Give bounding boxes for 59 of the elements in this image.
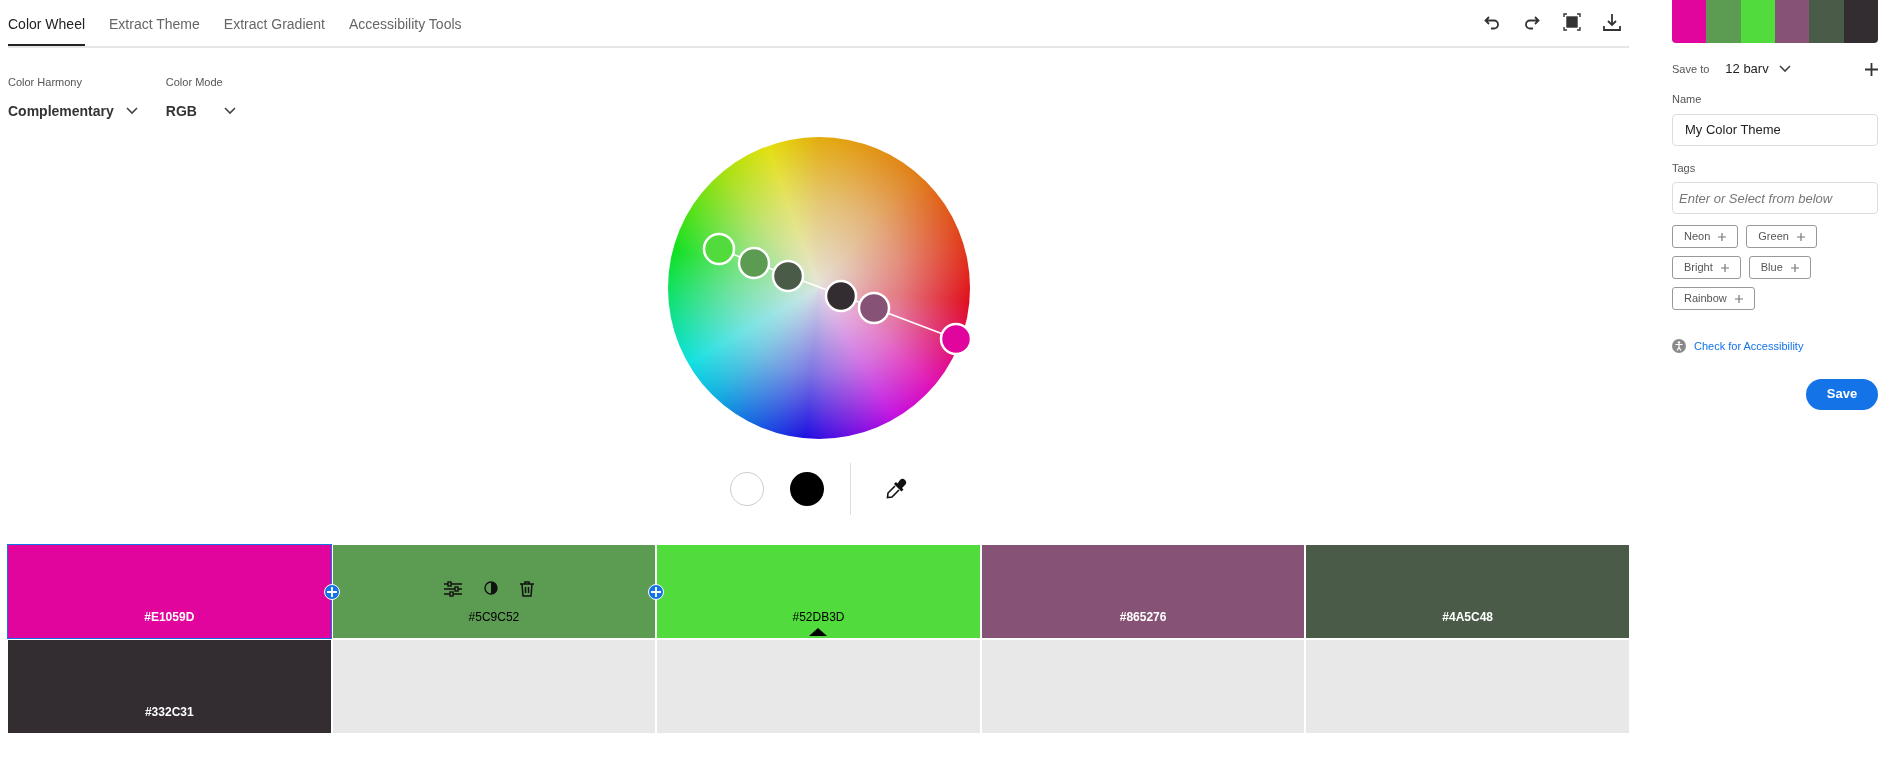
- color-marker[interactable]: [857, 291, 890, 324]
- tag-chip[interactable]: Blue: [1748, 256, 1811, 279]
- color-marker[interactable]: [939, 322, 972, 355]
- hex-code: #332C31: [144, 703, 194, 721]
- plus-icon: [1734, 294, 1743, 303]
- plus-icon: [1718, 232, 1727, 241]
- dropdown-label: Color Mode: [165, 75, 224, 90]
- redo-icon[interactable]: [1523, 13, 1541, 31]
- tag-chip[interactable]: Green: [1746, 225, 1817, 248]
- tag-chip[interactable]: Rainbow: [1672, 287, 1755, 310]
- tags-label: Tags: [1672, 160, 1697, 176]
- plus-icon: [1790, 263, 1799, 272]
- tab[interactable]: Extract Theme: [109, 0, 200, 46]
- dropdown[interactable]: Complementary: [8, 100, 138, 122]
- color-swatch[interactable]: #865276: [981, 544, 1305, 638]
- hex-code: #E1059D: [144, 608, 195, 626]
- name-label: Name: [1672, 92, 1703, 107]
- download-icon[interactable]: [1603, 13, 1621, 31]
- hex-code: #52DB3D: [792, 608, 845, 626]
- name-field[interactable]: My Color Theme: [1672, 113, 1878, 146]
- dropdown-label: Color Harmony: [8, 75, 83, 90]
- add-icon[interactable]: [1865, 62, 1878, 76]
- preset-color-button[interactable]: [790, 471, 824, 506]
- undo-icon[interactable]: [1483, 13, 1501, 31]
- tags-field[interactable]: Enter or Select from below: [1672, 182, 1878, 214]
- color-swatch[interactable]: #5C9C52: [332, 544, 656, 638]
- tab[interactable]: Color Wheel: [8, 0, 86, 46]
- hex-code: #865276: [1119, 608, 1167, 626]
- color-marker[interactable]: [824, 279, 857, 312]
- contrast-icon[interactable]: [483, 580, 498, 595]
- color-marker[interactable]: [702, 232, 735, 265]
- color-marker[interactable]: [771, 259, 804, 292]
- tab[interactable]: Extract Gradient: [223, 0, 325, 46]
- chevron-icon: [223, 107, 236, 115]
- color-swatch[interactable]: #332C31: [8, 639, 331, 733]
- color-swatch[interactable]: #52DB3D: [657, 544, 980, 638]
- tag-chip[interactable]: Neon: [1672, 225, 1739, 248]
- preset-color-button[interactable]: [730, 471, 764, 506]
- library-dropdown[interactable]: 12 barv: [1725, 59, 1791, 79]
- plus-icon: [1796, 232, 1805, 241]
- color-swatch[interactable]: #4A5C48: [1306, 544, 1629, 638]
- plus-icon: [1720, 263, 1729, 272]
- chevron-icon: [1778, 65, 1791, 73]
- sliders-icon[interactable]: [443, 580, 462, 597]
- trash-icon[interactable]: [519, 580, 534, 597]
- chevron-icon: [125, 107, 138, 115]
- accessibility-icon: [1672, 339, 1686, 354]
- color-marker[interactable]: [737, 246, 770, 279]
- hex-code: #5C9C52: [468, 608, 520, 626]
- eyedropper-icon[interactable]: [885, 477, 907, 500]
- tab[interactable]: Accessibility Tools: [348, 0, 462, 46]
- fullscreen-icon[interactable]: [1563, 13, 1581, 31]
- dropdown[interactable]: RGB: [165, 100, 236, 122]
- accessibility-link[interactable]: Check for Accessibility: [1694, 338, 1804, 355]
- save-to-label: Save to: [1672, 61, 1710, 77]
- tag-chip[interactable]: Bright: [1672, 256, 1741, 279]
- hex-code: #4A5C48: [1442, 608, 1494, 626]
- color-swatch[interactable]: #E1059D: [8, 544, 331, 638]
- save-button[interactable]: Save: [1806, 378, 1878, 410]
